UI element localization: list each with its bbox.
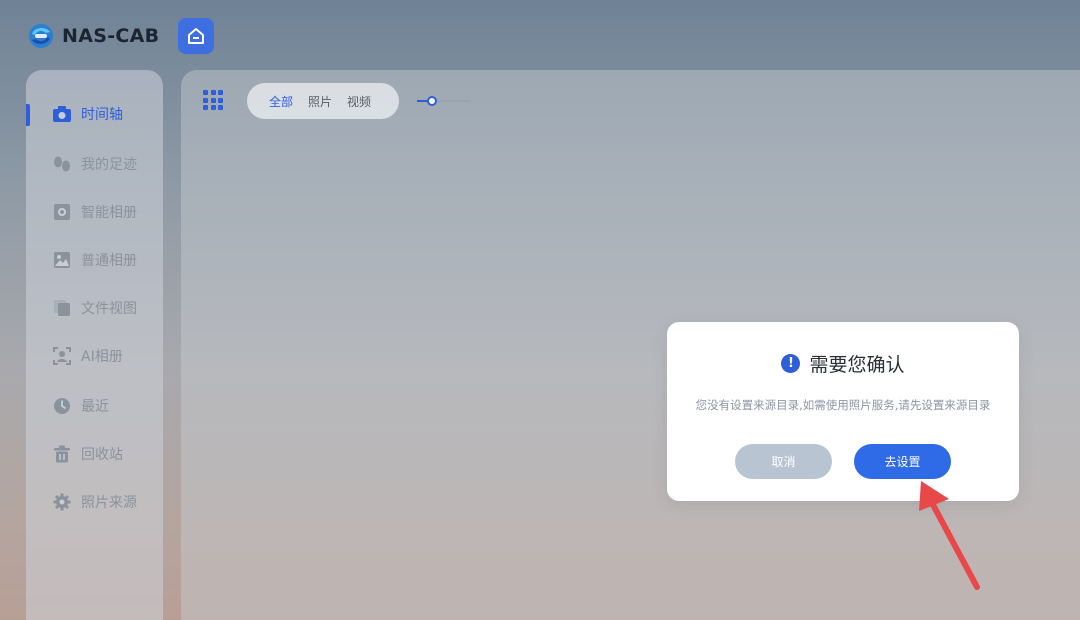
sidebar-item-normal-album[interactable]: 普通相册	[52, 248, 137, 272]
camera-icon	[52, 104, 72, 124]
sidebar-item-smart-album[interactable]: 智能相册	[52, 200, 137, 224]
smart-album-icon	[52, 202, 72, 222]
sidebar-item-label: 普通相册	[81, 253, 137, 269]
app-name: NAS-CAB	[62, 25, 160, 47]
app-logo[interactable]: NAS-CAB	[26, 21, 159, 51]
trash-icon	[52, 444, 72, 464]
dialog-title-text: 需要您确认	[809, 354, 905, 376]
home-icon	[188, 28, 204, 44]
sidebar-item-label: 回收站	[81, 447, 123, 463]
filter-photos[interactable]: 照片	[308, 93, 332, 110]
sidebar-item-footprints[interactable]: 我的足迹	[52, 152, 137, 176]
logo-icon	[26, 21, 56, 51]
sidebar-item-label: 我的足迹	[81, 157, 137, 173]
footprint-icon	[52, 154, 72, 174]
filter-videos[interactable]: 视频	[347, 93, 371, 110]
sidebar-item-label: 最近	[81, 399, 109, 415]
gear-icon	[52, 492, 72, 512]
dialog-title: ! 需要您确认	[667, 350, 1019, 377]
cancel-button[interactable]: 取消	[735, 444, 832, 479]
active-indicator	[26, 104, 30, 126]
files-icon	[52, 298, 72, 318]
filter-all[interactable]: 全部	[269, 93, 293, 110]
sidebar-item-timeline[interactable]: 时间轴	[52, 102, 123, 126]
sidebar-item-label: 时间轴	[81, 107, 123, 123]
ai-face-icon	[52, 346, 72, 366]
sidebar-item-label: 智能相册	[81, 205, 137, 221]
media-filter: 全部 照片 视频	[247, 83, 399, 119]
sidebar-item-ai-album[interactable]: AI相册	[52, 344, 123, 368]
clock-icon	[52, 396, 72, 416]
sidebar-item-recycle-bin[interactable]: 回收站	[52, 442, 123, 466]
grid-view-icon[interactable]	[203, 90, 223, 110]
zoom-slider[interactable]	[417, 96, 470, 106]
zoom-knob[interactable]	[427, 96, 437, 106]
sidebar-item-label: 照片来源	[81, 495, 137, 511]
dialog-message: 您没有设置来源目录,如需使用照片服务,请先设置来源目录	[695, 398, 991, 412]
sidebar-item-photo-source[interactable]: 照片来源	[52, 490, 137, 514]
annotation-arrow-icon	[919, 481, 980, 590]
image-icon	[52, 250, 72, 270]
go-setup-button[interactable]: 去设置	[854, 444, 951, 479]
home-button[interactable]	[178, 18, 214, 54]
exclamation-icon: !	[781, 354, 801, 373]
top-bar: NAS-CAB	[0, 0, 1080, 70]
sidebar-item-file-view[interactable]: 文件视图	[52, 296, 137, 320]
sidebar: 时间轴 我的足迹 智能相册 普通相册 文件视图 AI相册 最近 回收站 照片来源	[26, 70, 163, 620]
sidebar-item-label: AI相册	[81, 349, 123, 365]
sidebar-item-label: 文件视图	[81, 301, 137, 317]
sidebar-item-recent[interactable]: 最近	[52, 394, 109, 418]
